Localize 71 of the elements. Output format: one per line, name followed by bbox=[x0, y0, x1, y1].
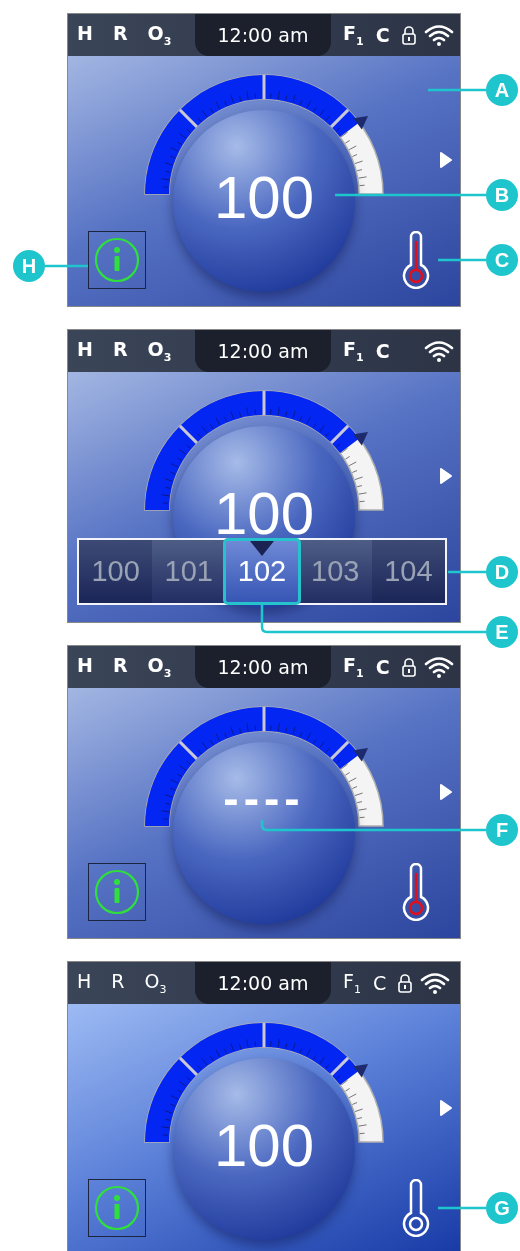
wifi-icon bbox=[423, 656, 454, 678]
clock-time[interactable]: 12:00 am bbox=[195, 646, 331, 688]
temperature-value: 100 bbox=[213, 1121, 315, 1171]
wifi-icon bbox=[420, 972, 451, 994]
status-indicator: R bbox=[112, 338, 128, 362]
play-icon[interactable] bbox=[439, 1099, 453, 1117]
info-icon bbox=[94, 237, 140, 283]
callout-marker: H bbox=[13, 250, 45, 282]
info-button[interactable] bbox=[88, 231, 146, 289]
status-indicator: F$_{1}$ bbox=[343, 654, 364, 680]
clock-time[interactable]: 12:00 am bbox=[195, 962, 331, 1004]
status-indicator: R bbox=[111, 970, 125, 994]
play-icon[interactable] bbox=[439, 783, 453, 801]
info-button[interactable] bbox=[88, 863, 146, 921]
status-indicator: C bbox=[375, 340, 390, 362]
leader-line bbox=[448, 570, 486, 574]
thermometer-icon[interactable] bbox=[401, 231, 431, 289]
info-icon bbox=[94, 1185, 140, 1231]
temperature-value: 100 bbox=[213, 489, 315, 539]
status-indicator: O$_{3}$ bbox=[147, 654, 172, 680]
play-icon[interactable] bbox=[439, 467, 453, 485]
leader-line bbox=[45, 264, 88, 268]
leader-line bbox=[438, 1206, 486, 1210]
status-indicator: C bbox=[375, 656, 390, 678]
callout-marker: G bbox=[486, 1192, 518, 1224]
value-selector[interactable]: 100 101 102 103 104 bbox=[77, 538, 447, 605]
info-button[interactable] bbox=[88, 1179, 146, 1237]
wifi-icon bbox=[423, 340, 454, 362]
clock-time[interactable]: 12:00 am bbox=[195, 14, 331, 56]
leader-line bbox=[428, 88, 486, 92]
selector-option[interactable]: 101 bbox=[152, 540, 226, 603]
play-icon[interactable] bbox=[439, 151, 453, 169]
selector-option[interactable]: 100 bbox=[79, 540, 153, 603]
callout-marker: F bbox=[486, 814, 518, 846]
callout-marker: C bbox=[486, 244, 518, 276]
status-indicator: F$_{1}$ bbox=[343, 22, 364, 48]
status-indicator: O$_{3}$ bbox=[147, 22, 172, 48]
selector-option[interactable]: 103 bbox=[298, 540, 372, 603]
temperature-value: ---- bbox=[223, 780, 305, 816]
status-indicator: R bbox=[112, 22, 128, 46]
callout-marker: B bbox=[486, 179, 518, 211]
info-icon bbox=[94, 869, 140, 915]
pointer-icon bbox=[353, 116, 368, 130]
wifi-icon bbox=[423, 24, 454, 46]
thermometer-icon[interactable] bbox=[401, 1179, 431, 1237]
status-indicator: C bbox=[375, 24, 390, 46]
status-indicator: O$_{3}$ bbox=[144, 970, 167, 996]
callout-marker: E bbox=[486, 616, 518, 648]
temperature-value: 100 bbox=[213, 173, 315, 223]
status-indicator: R bbox=[112, 654, 128, 678]
pointer-icon bbox=[353, 432, 368, 446]
selector-option[interactable]: 104 bbox=[371, 540, 445, 603]
status-indicator: F$_{1}$ bbox=[343, 970, 361, 996]
leader-line bbox=[438, 258, 486, 262]
status-indicator: H bbox=[77, 338, 93, 362]
status-indicator: H bbox=[77, 654, 93, 678]
callout-marker: A bbox=[486, 74, 518, 106]
selector-option[interactable]: 102 bbox=[225, 540, 299, 603]
thermometer-icon[interactable] bbox=[401, 863, 431, 921]
clock-time[interactable]: 12:00 am bbox=[195, 330, 331, 372]
dial-knob[interactable] bbox=[173, 110, 355, 292]
pointer-icon bbox=[353, 748, 368, 762]
status-indicator: O$_{3}$ bbox=[147, 338, 172, 364]
status-indicator: F$_{1}$ bbox=[343, 338, 364, 364]
status-indicator: H bbox=[77, 22, 93, 46]
callout-marker: D bbox=[486, 556, 518, 588]
status-indicator: C bbox=[372, 972, 387, 994]
status-indicator: H bbox=[77, 970, 92, 994]
pointer-icon bbox=[353, 1064, 368, 1078]
dial-knob[interactable] bbox=[173, 1058, 355, 1240]
pointer-icon bbox=[249, 540, 275, 558]
